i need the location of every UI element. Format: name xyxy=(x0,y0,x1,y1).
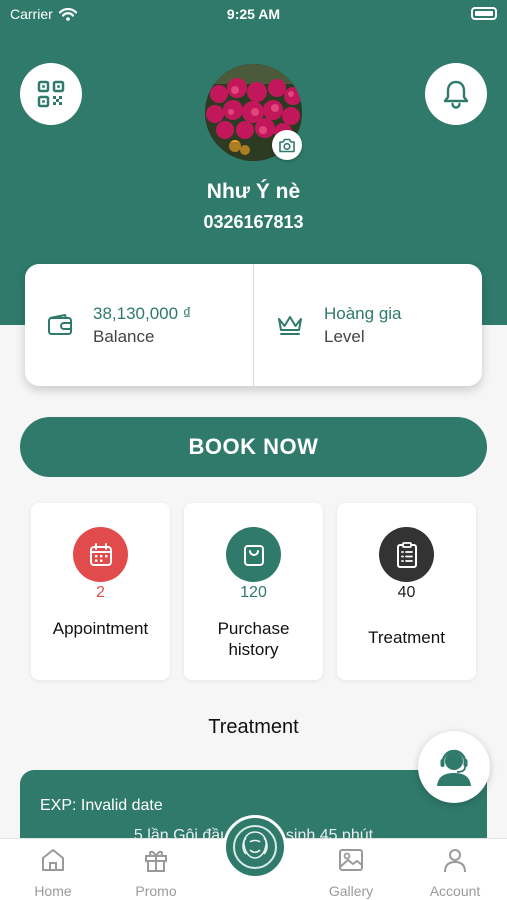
balance-section[interactable]: 38,130,000 ₫ Balance xyxy=(25,264,253,386)
purchase-count: 120 xyxy=(240,584,267,601)
book-now-button[interactable]: BOOK NOW xyxy=(20,417,487,477)
tab-account-label: Account xyxy=(429,883,481,899)
brand-logo-icon xyxy=(230,822,280,872)
purchase-history-card[interactable]: 120 Purchase history xyxy=(184,503,323,680)
level-value: Hoàng gia xyxy=(324,303,402,323)
treatment-expiry: EXP: Invalid date xyxy=(40,797,163,814)
tab-gallery[interactable]: Gallery xyxy=(306,845,396,899)
level-label: Level xyxy=(324,326,365,346)
appointment-label: Appointment xyxy=(52,619,149,638)
balance-value: 38,130,000 ₫ xyxy=(93,303,192,323)
gift-icon xyxy=(145,850,167,872)
purchase-icon-circle xyxy=(226,527,281,582)
headset-support-icon xyxy=(437,749,471,786)
shopping-bag-icon xyxy=(243,544,264,566)
appointment-icon-circle xyxy=(73,527,128,582)
image-icon xyxy=(339,849,363,871)
calendar-icon xyxy=(89,542,112,566)
treatment-card-stat[interactable]: 40 Treatment xyxy=(337,503,476,680)
balance-label: Balance xyxy=(93,326,155,346)
tab-promo[interactable]: Promo xyxy=(111,845,201,899)
purchase-label: Purchase history xyxy=(217,619,290,659)
tab-promo-label: Promo xyxy=(135,883,177,899)
treatment-section-title: Treatment xyxy=(208,716,299,738)
home-icon xyxy=(42,849,64,871)
bottom-tab-bar: Home Promo Gallery Account xyxy=(0,815,507,900)
change-avatar-button[interactable] xyxy=(272,130,302,160)
user-icon xyxy=(444,849,466,873)
tab-account[interactable]: Account xyxy=(410,845,500,899)
tab-home[interactable]: Home xyxy=(8,845,98,899)
treatment-icon-circle xyxy=(379,527,434,582)
appointment-card[interactable]: 2 Appointment xyxy=(31,503,170,680)
qr-code-icon xyxy=(37,80,65,108)
qr-code-button[interactable] xyxy=(20,63,82,125)
tab-center-brand[interactable] xyxy=(223,815,287,879)
treatment-count: 40 xyxy=(397,584,416,601)
tab-home-label: Home xyxy=(34,883,72,899)
tab-gallery-label: Gallery xyxy=(328,883,374,899)
crown-icon xyxy=(278,316,302,335)
wallet-icon xyxy=(48,314,72,335)
level-section[interactable]: Hoàng gia Level xyxy=(253,264,482,386)
customer-support-button[interactable] xyxy=(418,731,490,803)
user-phone: 0326167813 xyxy=(203,212,304,232)
status-time: 9:25 AM xyxy=(226,6,281,22)
status-bar: Carrier 9:25 AM xyxy=(0,0,507,28)
treatment-label: Treatment xyxy=(368,628,445,647)
account-summary-card: 38,130,000 ₫ Balance Hoàng gia Level xyxy=(25,264,482,386)
user-name: Như Ý nè xyxy=(206,180,301,203)
battery-icon xyxy=(471,7,497,20)
notifications-button[interactable] xyxy=(425,63,487,125)
appointment-count: 2 xyxy=(96,584,105,601)
bell-icon xyxy=(443,80,469,109)
camera-icon xyxy=(279,138,295,152)
clipboard-icon xyxy=(396,541,417,568)
